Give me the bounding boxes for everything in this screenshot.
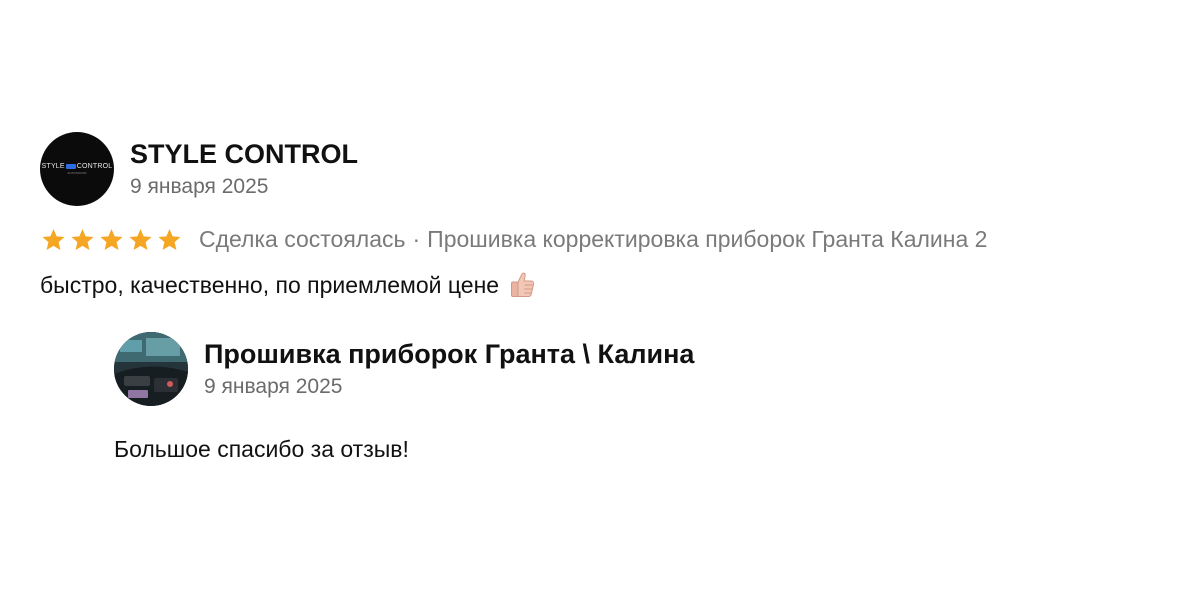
star-icon: [98, 227, 125, 253]
star-rating: [40, 227, 185, 253]
deal-status: Сделка состоялась: [199, 226, 406, 252]
item-title-link[interactable]: Прошивка корректировка приборок Гранта К…: [427, 226, 987, 253]
review-date: 9 января 2025: [130, 175, 269, 198]
seller-info: Прошивка приборок Гранта \ Калина 9 янва…: [204, 337, 694, 401]
star-icon: [69, 227, 96, 253]
rating-row: Сделка состоялась · Прошивка корректиров…: [40, 226, 1190, 253]
reviewer-name[interactable]: STYLE CONTROL: [130, 137, 358, 171]
review-card: STYLE CONTROL AUTOSOUND STYLE CONTROL 9 я…: [40, 132, 1190, 299]
review-text: быстро, качественно, по приемлемой цене: [40, 271, 1190, 299]
reviewer-avatar[interactable]: STYLE CONTROL AUTOSOUND: [40, 132, 114, 206]
logo-emblem-icon: [65, 163, 76, 169]
reply-header: Прошивка приборок Гранта \ Калина 9 янва…: [114, 332, 1114, 406]
logo-text-right: CONTROL: [76, 163, 113, 170]
review-body: быстро, качественно, по приемлемой цене: [40, 271, 500, 298]
review-header: STYLE CONTROL AUTOSOUND STYLE CONTROL 9 я…: [40, 132, 1190, 206]
reviewer-info: STYLE CONTROL 9 января 2025: [130, 137, 358, 201]
seller-name[interactable]: Прошивка приборок Гранта \ Калина: [204, 337, 694, 371]
star-icon: [127, 227, 154, 253]
style-control-logo: STYLE CONTROL AUTOSOUND: [42, 163, 113, 175]
reply-text: Большое спасибо за отзыв!: [114, 436, 409, 462]
star-icon: [40, 227, 67, 253]
logo-subtext: AUTOSOUND: [67, 171, 87, 175]
separator-dot: ·: [412, 226, 421, 252]
star-icon: [156, 227, 183, 253]
reply-date: 9 января 2025: [204, 375, 343, 398]
seller-reply: Прошивка приборок Гранта \ Калина 9 янва…: [114, 332, 1114, 463]
logo-text-left: STYLE: [41, 163, 65, 170]
seller-avatar[interactable]: [114, 332, 188, 406]
thumbs-up-icon: [509, 271, 535, 299]
